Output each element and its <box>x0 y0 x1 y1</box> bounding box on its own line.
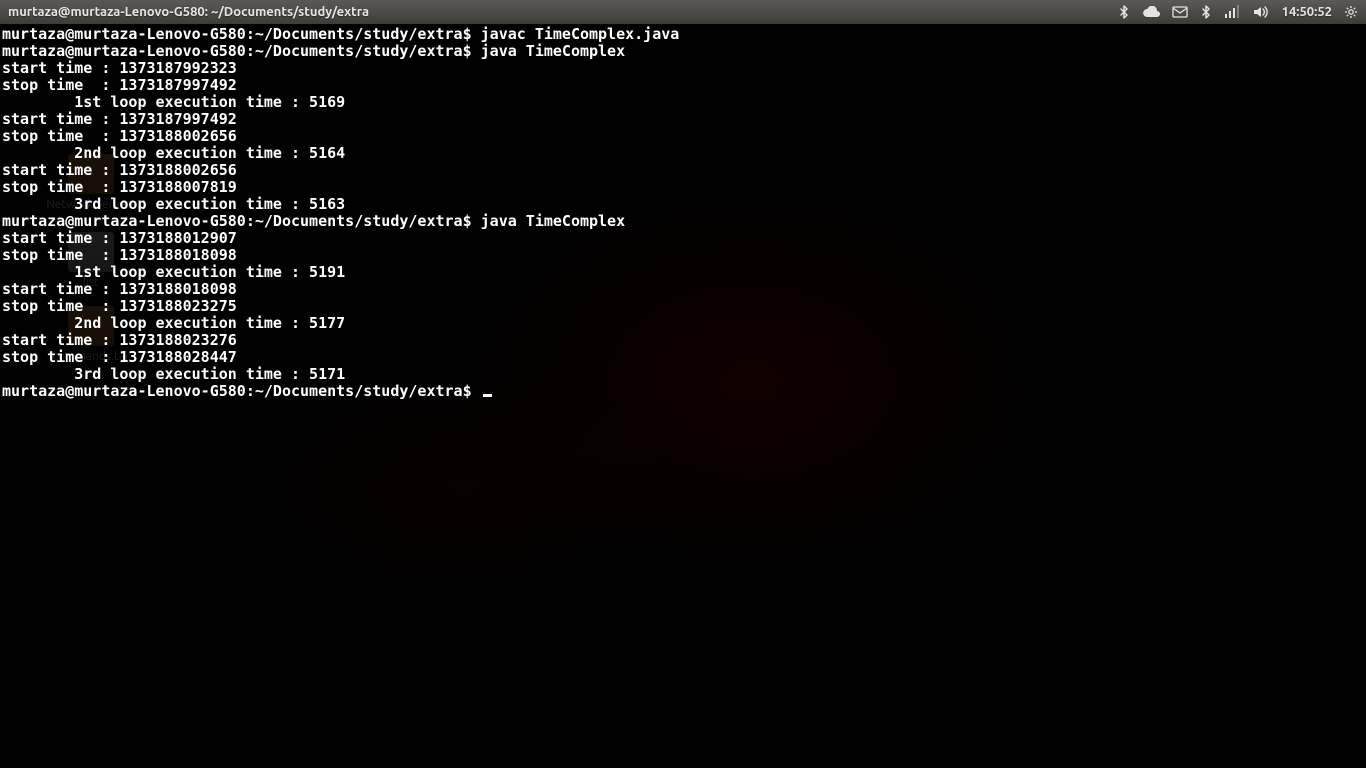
terminal-line: start time : 1373188023276 <box>2 332 1364 349</box>
terminal-line: stop time : 1373188023275 <box>2 298 1364 315</box>
terminal-line: start time : 1373187992323 <box>2 60 1364 77</box>
terminal-line: 2nd loop execution time : 5164 <box>2 145 1364 162</box>
terminal-line: start time : 1373187997492 <box>2 111 1364 128</box>
window-title: murtaza@murtaza-Lenovo-G580: ~/Documents… <box>8 5 369 19</box>
terminal-line: stop time : 1373188007819 <box>2 179 1364 196</box>
terminal-line: start time : 1373188012907 <box>2 230 1364 247</box>
window-titlebar: murtaza@murtaza-Lenovo-G580: ~/Documents… <box>0 0 1366 24</box>
terminal-line: murtaza@murtaza-Lenovo-G580:~/Documents/… <box>2 43 1364 60</box>
bluetooth-icon[interactable] <box>1118 5 1130 19</box>
terminal-line: murtaza@murtaza-Lenovo-G580:~/Documents/… <box>2 213 1364 230</box>
terminal-line: start time : 1373188018098 <box>2 281 1364 298</box>
clock[interactable]: 14:50:52 <box>1282 5 1332 19</box>
terminal-line: 3rd loop execution time : 5171 <box>2 366 1364 383</box>
terminal-window[interactable]: Network Servers list commands.tar murtaz… <box>0 24 1366 768</box>
terminal-output[interactable]: murtaza@murtaza-Lenovo-G580:~/Documents/… <box>0 24 1366 402</box>
terminal-line: murtaza@murtaza-Lenovo-G580:~/Documents/… <box>2 26 1364 43</box>
terminal-line: 1st loop execution time : 5169 <box>2 94 1364 111</box>
terminal-line: stop time : 1373188028447 <box>2 349 1364 366</box>
bluetooth-icon-2[interactable] <box>1200 5 1212 19</box>
terminal-cursor <box>483 394 492 397</box>
terminal-line: murtaza@murtaza-Lenovo-G580:~/Documents/… <box>2 383 1364 400</box>
gear-icon[interactable] <box>1344 5 1358 19</box>
network-icon[interactable] <box>1224 5 1240 19</box>
terminal-line: 3rd loop execution time : 5163 <box>2 196 1364 213</box>
cloud-icon[interactable] <box>1142 6 1160 18</box>
volume-icon[interactable] <box>1252 5 1270 19</box>
terminal-line: stop time : 1373188018098 <box>2 247 1364 264</box>
terminal-line: start time : 1373188002656 <box>2 162 1364 179</box>
terminal-line: stop time : 1373187997492 <box>2 77 1364 94</box>
terminal-line: stop time : 1373188002656 <box>2 128 1364 145</box>
terminal-line: 2nd loop execution time : 5177 <box>2 315 1364 332</box>
terminal-line: 1st loop execution time : 5191 <box>2 264 1364 281</box>
mail-icon[interactable] <box>1172 6 1188 18</box>
system-indicators: 14:50:52 <box>1118 5 1358 19</box>
